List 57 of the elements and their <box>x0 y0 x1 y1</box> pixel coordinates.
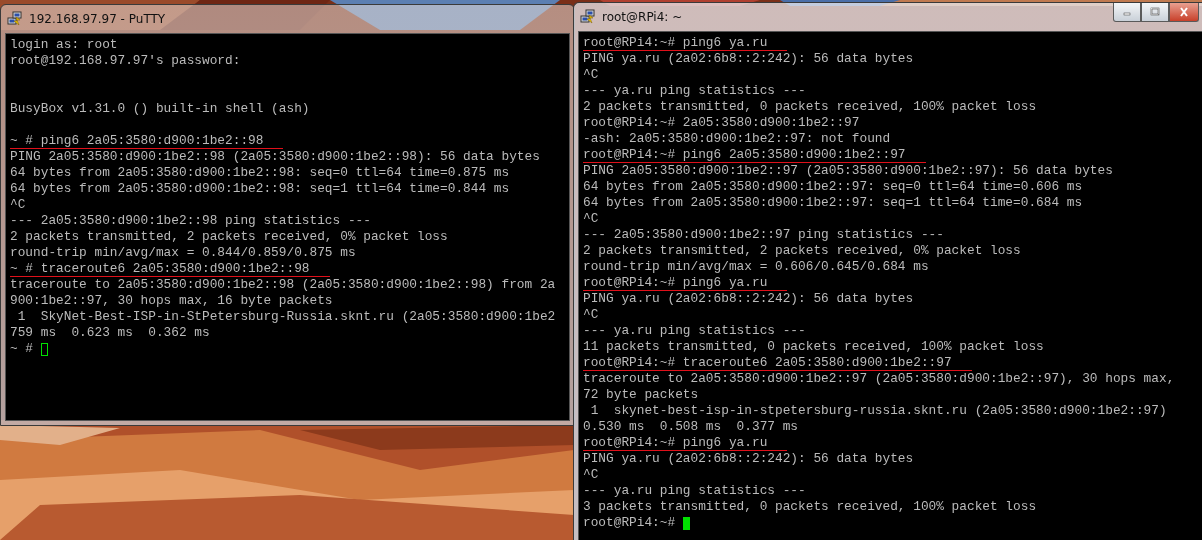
terminal-line: --- 2a05:3580:d900:1be2::97 ping statistics --- <box>583 227 944 243</box>
terminal-line: 0.530 ms 0.508 ms 0.377 ms <box>583 419 799 435</box>
terminal-line: --- ya.ru ping statistics --- <box>583 483 806 499</box>
terminal-line: root@RPi4:~# ping6 2a05:3580:d900:1be2::97 <box>583 147 926 163</box>
terminal-line: PING ya.ru (2a02:6b8::2:242): 56 data bytes <box>583 451 914 467</box>
terminal-line: --- ya.ru ping statistics --- <box>583 83 806 99</box>
close-icon <box>1178 7 1190 17</box>
terminal-line: PING ya.ru (2a02:6b8::2:242): 56 data bytes <box>583 291 914 307</box>
terminal-line: PING ya.ru (2a02:6b8::2:242): 56 data bytes <box>583 51 914 67</box>
maximize-button[interactable] <box>1141 3 1169 22</box>
terminal-line: ^C <box>583 67 599 83</box>
window-title: 192.168.97.97 - PuTTY <box>29 12 166 26</box>
terminal-line: -ash: 2a05:3580:d900:1be2::97: not found <box>583 131 891 147</box>
terminal-line: round-trip min/avg/max = 0.844/0.859/0.875 ms <box>10 245 356 261</box>
minimize-button[interactable] <box>1113 3 1141 22</box>
terminal-line: 64 bytes from 2a05:3580:d900:1be2::97: seq=1 ttl=64 time=0.684 ms <box>583 195 1083 211</box>
terminal-line: root@RPi4:~# <box>583 515 676 531</box>
terminal-line: 64 bytes from 2a05:3580:d900:1be2::98: seq=0 ttl=64 time=0.875 ms <box>10 165 510 181</box>
terminal-line: 72 byte packets <box>583 387 699 403</box>
terminal-line: 1 SkyNet-Best-ISP-in-StPetersburg-Russia.sknt.ru (2a05:3580:d900:1be2 <box>16 309 556 325</box>
terminal-line: 2 packets transmitted, 2 packets received, 0% packet loss <box>10 229 448 245</box>
terminal-line: 64 bytes from 2a05:3580:d900:1be2::97: seq=0 ttl=64 time=0.606 ms <box>583 179 1083 195</box>
close-button[interactable] <box>1169 3 1199 22</box>
terminal-line: root@RPi4:~# ping6 ya.ru <box>583 35 788 51</box>
terminal-line: root@RPi4:~# ping6 ya.ru <box>583 435 788 451</box>
terminal-line: --- 2a05:3580:d900:1be2::98 ping statistics --- <box>10 213 371 229</box>
terminal-line: login as: root <box>10 37 118 53</box>
terminal-line: BusyBox v1.31.0 () built-in shell (ash) <box>10 101 310 117</box>
terminal-line: ^C <box>10 197 26 213</box>
terminal-line: root@RPi4:~# 2a05:3580:d900:1be2::97 <box>583 115 860 131</box>
terminal-line: root@RPi4:~# ping6 ya.ru <box>583 275 788 291</box>
terminal-line: ~ # traceroute6 2a05:3580:d900:1be2::98 <box>10 261 330 277</box>
terminal-line: ^C <box>583 307 599 323</box>
terminal-line: ~ # <box>10 341 34 357</box>
maximize-icon <box>1149 7 1161 17</box>
terminal-line: --- ya.ru ping statistics --- <box>583 323 806 339</box>
terminal-line: ^C <box>583 467 599 483</box>
terminal-line: 2 packets transmitted, 0 packets received, 100% packet loss <box>583 99 1037 115</box>
terminal-line: round-trip min/avg/max = 0.606/0.645/0.684 ms <box>583 259 929 275</box>
terminal-line: 11 packets transmitted, 0 packets received, 100% packet loss <box>583 339 1044 355</box>
terminal-line: ^C <box>583 211 599 227</box>
terminal-line: root@RPi4:~# traceroute6 2a05:3580:d900:1be2::97 <box>583 355 972 371</box>
terminal-line: traceroute to 2a05:3580:d900:1be2::97 (2a05:3580:d900:1be2::97), 30 hops max, <box>583 371 1175 387</box>
terminal-line: 1 skynet-best-isp-in-stpetersburg-russia.sknt.ru (2a05:3580:d900:1be2::97) <box>589 403 1167 419</box>
terminal-line: root@192.168.97.97's password: <box>10 53 241 69</box>
terminal-line: 900:1be2::97, 30 hops max, 16 byte packets <box>10 293 333 309</box>
terminal-line: 759 ms 0.623 ms 0.362 ms <box>10 325 210 341</box>
terminal-line: 2 packets transmitted, 2 packets received, 0% packet loss <box>583 243 1021 259</box>
terminal-line: 64 bytes from 2a05:3580:d900:1be2::98: seq=1 ttl=64 time=0.844 ms <box>10 181 510 197</box>
terminal-line: 3 packets transmitted, 0 packets received, 100% packet loss <box>583 499 1037 515</box>
terminal-line: PING 2a05:3580:d900:1be2::97 (2a05:3580:d900:1be2::97): 56 data bytes <box>583 163 1113 179</box>
window-title: root@RPi4: ~ <box>602 10 683 24</box>
computer-icon <box>7 11 23 27</box>
computer-icon <box>580 9 596 25</box>
terminal-line: traceroute to 2a05:3580:d900:1be2::98 (2a05:3580:d900:1be2::98) from 2a <box>10 277 556 293</box>
terminal-line: PING 2a05:3580:d900:1be2::98 (2a05:3580:d900:1be2::98): 56 data bytes <box>10 149 540 165</box>
terminal-line: ~ # ping6 2a05:3580:d900:1be2::98 <box>10 133 284 149</box>
